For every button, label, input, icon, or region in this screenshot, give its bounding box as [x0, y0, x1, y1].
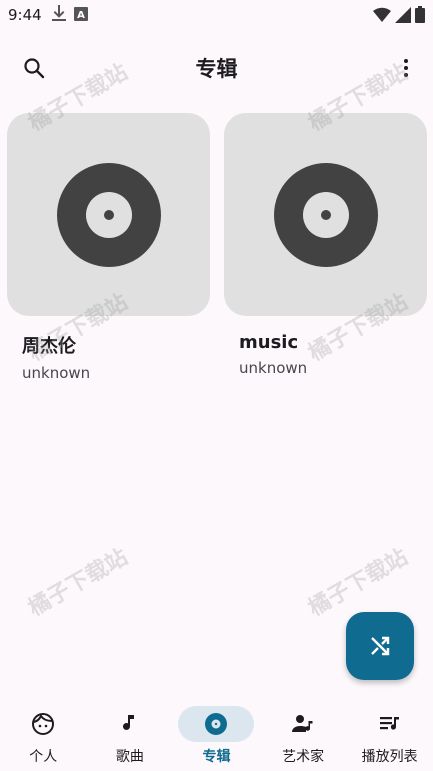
nav-pill — [92, 706, 168, 742]
nav-label: 艺术家 — [282, 749, 325, 765]
bottom-navigation: 个人 歌曲 专辑 艺术家 播放列表 — [0, 700, 433, 771]
shuffle-fab[interactable] — [346, 612, 414, 680]
nav-item-songs[interactable]: 歌曲 — [87, 700, 173, 766]
nav-label: 歌曲 — [115, 749, 144, 765]
search-icon — [24, 58, 45, 79]
battery-icon — [415, 6, 425, 27]
download-icon — [51, 5, 66, 25]
artist-icon — [292, 715, 313, 732]
more-options-button[interactable] — [386, 48, 426, 88]
vinyl-icon — [273, 162, 378, 267]
nav-item-artists[interactable]: 艺术家 — [260, 700, 346, 766]
nav-pill — [265, 706, 341, 742]
more-vertical-icon — [404, 59, 408, 77]
album-cover — [7, 113, 210, 316]
nav-item-personal[interactable]: 个人 — [0, 700, 86, 766]
shuffle-icon — [371, 636, 390, 656]
nav-item-albums[interactable]: 专辑 — [173, 700, 259, 766]
playlist-icon — [379, 717, 399, 730]
nav-pill — [5, 706, 81, 742]
album-name: 周杰伦 — [22, 336, 76, 357]
album-cover — [224, 113, 427, 316]
album-card[interactable]: music unknown — [224, 113, 427, 382]
album-artist: unknown — [22, 364, 91, 382]
status-time: 9:44 — [8, 6, 42, 24]
nav-pill — [178, 706, 255, 742]
nav-label: 专辑 — [202, 749, 231, 765]
status-bar: 9:44 A — [0, 0, 433, 30]
watermark: 橘子下载站 — [24, 544, 133, 622]
svg-text:A: A — [77, 10, 85, 21]
album-artist: unknown — [239, 359, 308, 377]
watermark: 橘子下载站 — [304, 544, 413, 622]
album-card[interactable]: 周杰伦 unknown — [7, 113, 210, 382]
album-icon — [205, 713, 228, 735]
status-icons-right — [373, 6, 425, 27]
search-button[interactable] — [14, 48, 54, 88]
status-icons-left: A — [51, 5, 88, 25]
nav-pill — [352, 706, 428, 742]
nav-label: 播放列表 — [361, 749, 418, 765]
face-icon — [32, 713, 55, 735]
top-app-bar: 专辑 — [0, 40, 433, 96]
album-name: music — [239, 332, 299, 353]
album-grid: 周杰伦 unknown music unknown — [7, 113, 427, 382]
a-icon: A — [73, 6, 88, 25]
page-title: 专辑 — [195, 57, 238, 81]
signal-icon — [395, 6, 411, 27]
music-note-icon — [122, 715, 134, 730]
nav-item-playlists[interactable]: 播放列表 — [347, 700, 433, 766]
nav-label: 个人 — [29, 749, 58, 765]
wifi-icon — [373, 7, 391, 27]
vinyl-icon — [56, 162, 161, 267]
